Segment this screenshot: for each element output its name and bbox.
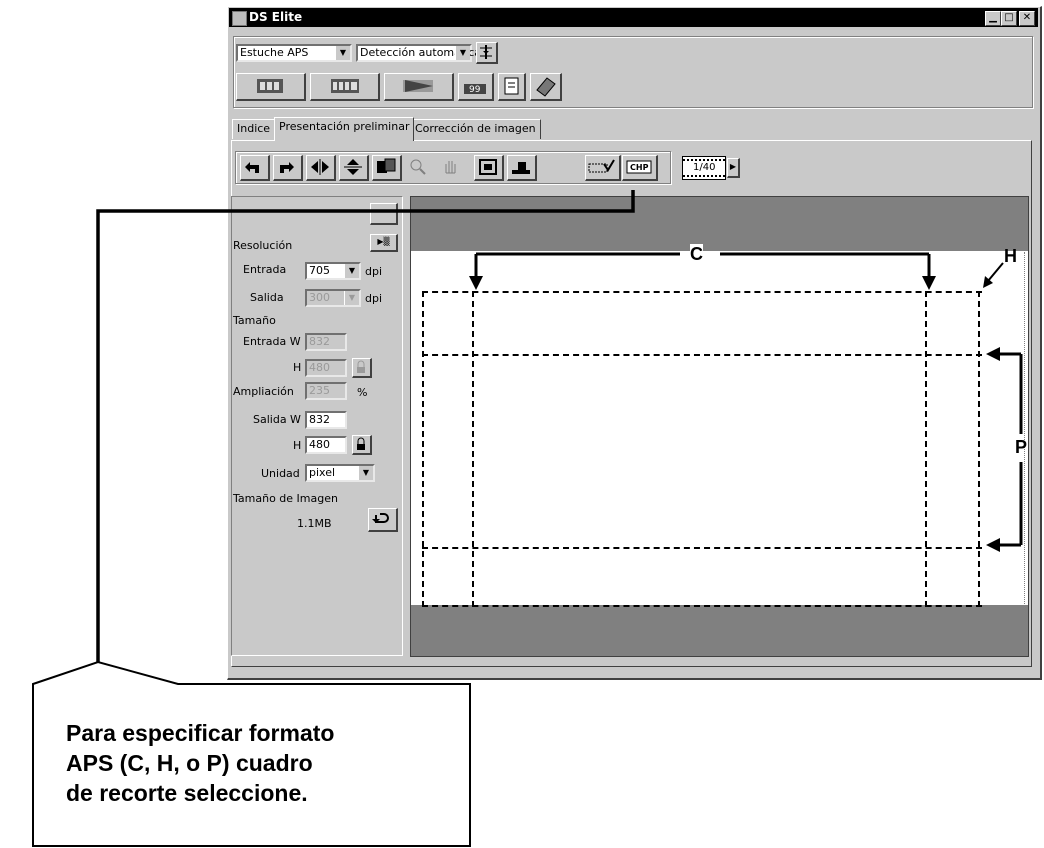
callout-line-2: APS (C, H, o P) cuadro <box>66 750 313 776</box>
c-arrow-head-right <box>922 276 936 290</box>
callout-leader-line <box>96 190 635 662</box>
p-arrow-head-top <box>986 347 1000 361</box>
h-label: H <box>1004 246 1017 266</box>
c-label: C <box>690 244 703 265</box>
callout-line-3: de recorte seleccione. <box>66 780 308 806</box>
p-arrow-head-bottom <box>986 538 1000 552</box>
callout-line-1: Para especificar formato <box>66 720 335 746</box>
tab-presentacion-preliminar[interactable]: Presentación preliminar <box>274 117 415 141</box>
c-arrow-head-left <box>469 276 483 290</box>
h-arrow-line <box>987 262 1004 282</box>
p-label: P <box>1015 437 1028 457</box>
